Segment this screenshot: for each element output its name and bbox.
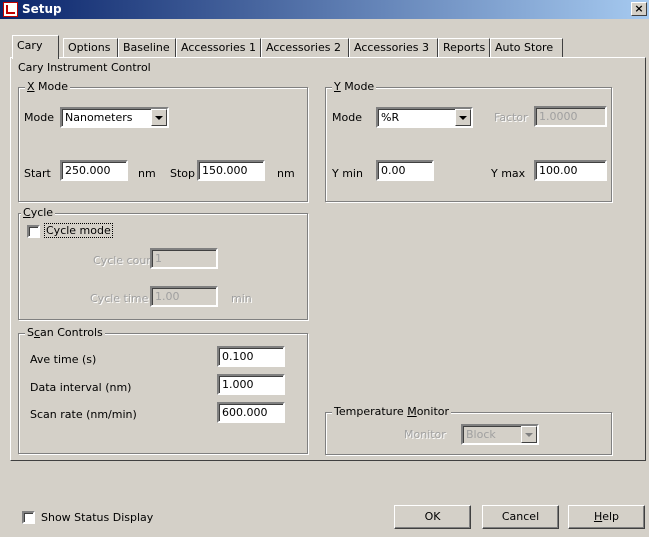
stop-unit: nm <box>277 167 295 180</box>
close-button[interactable]: × <box>631 2 647 16</box>
scan-rate-input[interactable]: 600.000 <box>217 402 285 423</box>
cancel-button[interactable]: Cancel <box>482 505 559 529</box>
tab-baseline[interactable]: Baseline <box>118 38 176 57</box>
start-input[interactable]: 250.000 <box>60 160 128 181</box>
factor-label: Factor <box>494 111 528 124</box>
ymin-label: Y min <box>332 167 363 180</box>
chevron-down-icon <box>521 426 537 443</box>
x-mode-label: Mode <box>24 111 54 124</box>
data-interval-label: Data interval (nm) <box>30 381 132 394</box>
stop-label: Stop <box>170 167 196 180</box>
monitor-label: Monitor <box>404 428 446 441</box>
scan-controls-title: Scan Controls <box>25 326 105 339</box>
cycle-count-label: Cycle count <box>93 254 158 267</box>
y-mode-label: Mode <box>332 111 362 124</box>
help-button[interactable]: Help <box>568 505 645 529</box>
app-icon <box>3 2 18 17</box>
y-mode-group: Y Mode <box>325 80 612 202</box>
start-label: Start <box>24 167 51 180</box>
tab-accessories-3[interactable]: Accessories 3 <box>349 38 438 57</box>
cycle-time-input: 1.00 <box>150 286 218 307</box>
cycle-count-input: 1 <box>150 248 218 269</box>
temperature-monitor-title: Temperature Monitor <box>332 405 452 418</box>
tab-accessories-2[interactable]: Accessories 2 <box>261 38 349 57</box>
cycle-mode-checkbox[interactable] <box>27 225 40 238</box>
tab-auto-store[interactable]: Auto Store <box>490 38 563 57</box>
show-status-label[interactable]: Show Status Display <box>41 511 153 524</box>
tab-options[interactable]: Options <box>63 38 118 57</box>
cycle-time-label: Cycle time <box>90 292 149 305</box>
cycle-title: Cycle <box>21 206 56 219</box>
tab-cary[interactable]: Cary <box>12 35 59 59</box>
y-mode-value: %R <box>381 111 400 124</box>
factor-input: 1.0000 <box>534 106 607 127</box>
x-mode-select[interactable]: Nanometers <box>60 107 169 128</box>
show-status-checkbox[interactable] <box>22 511 35 524</box>
title-bar[interactable]: Setup × <box>0 0 649 19</box>
ave-time-input[interactable]: 0.100 <box>217 346 285 367</box>
stop-input[interactable]: 150.000 <box>197 160 265 181</box>
monitor-select: Block <box>461 424 539 445</box>
chevron-down-icon[interactable] <box>455 109 471 126</box>
tab-accessories-1[interactable]: Accessories 1 <box>176 38 261 57</box>
ymax-input[interactable]: 100.00 <box>534 160 607 181</box>
ymin-input[interactable]: 0.00 <box>376 160 434 181</box>
ave-time-label: Ave time (s) <box>30 353 97 366</box>
ymax-label: Y max <box>491 167 526 180</box>
cycle-mode-label[interactable]: Cycle mode <box>44 223 113 238</box>
start-unit: nm <box>138 167 156 180</box>
x-mode-value: Nanometers <box>65 111 133 124</box>
window-title: Setup <box>22 2 62 16</box>
monitor-value: Block <box>466 428 496 441</box>
ok-button[interactable]: OK <box>394 505 471 529</box>
x-mode-group: X Mode <box>18 80 308 202</box>
x-mode-title: X Mode <box>25 80 71 93</box>
data-interval-input[interactable]: 1.000 <box>217 374 285 395</box>
scan-rate-label: Scan rate (nm/min) <box>30 408 137 421</box>
y-mode-select[interactable]: %R <box>376 107 473 128</box>
panel-title: Cary Instrument Control <box>18 61 151 74</box>
tab-reports[interactable]: Reports <box>438 38 490 57</box>
chevron-down-icon[interactable] <box>151 109 167 126</box>
cycle-time-unit: min <box>231 292 252 305</box>
y-mode-title: Y Mode <box>332 80 377 93</box>
